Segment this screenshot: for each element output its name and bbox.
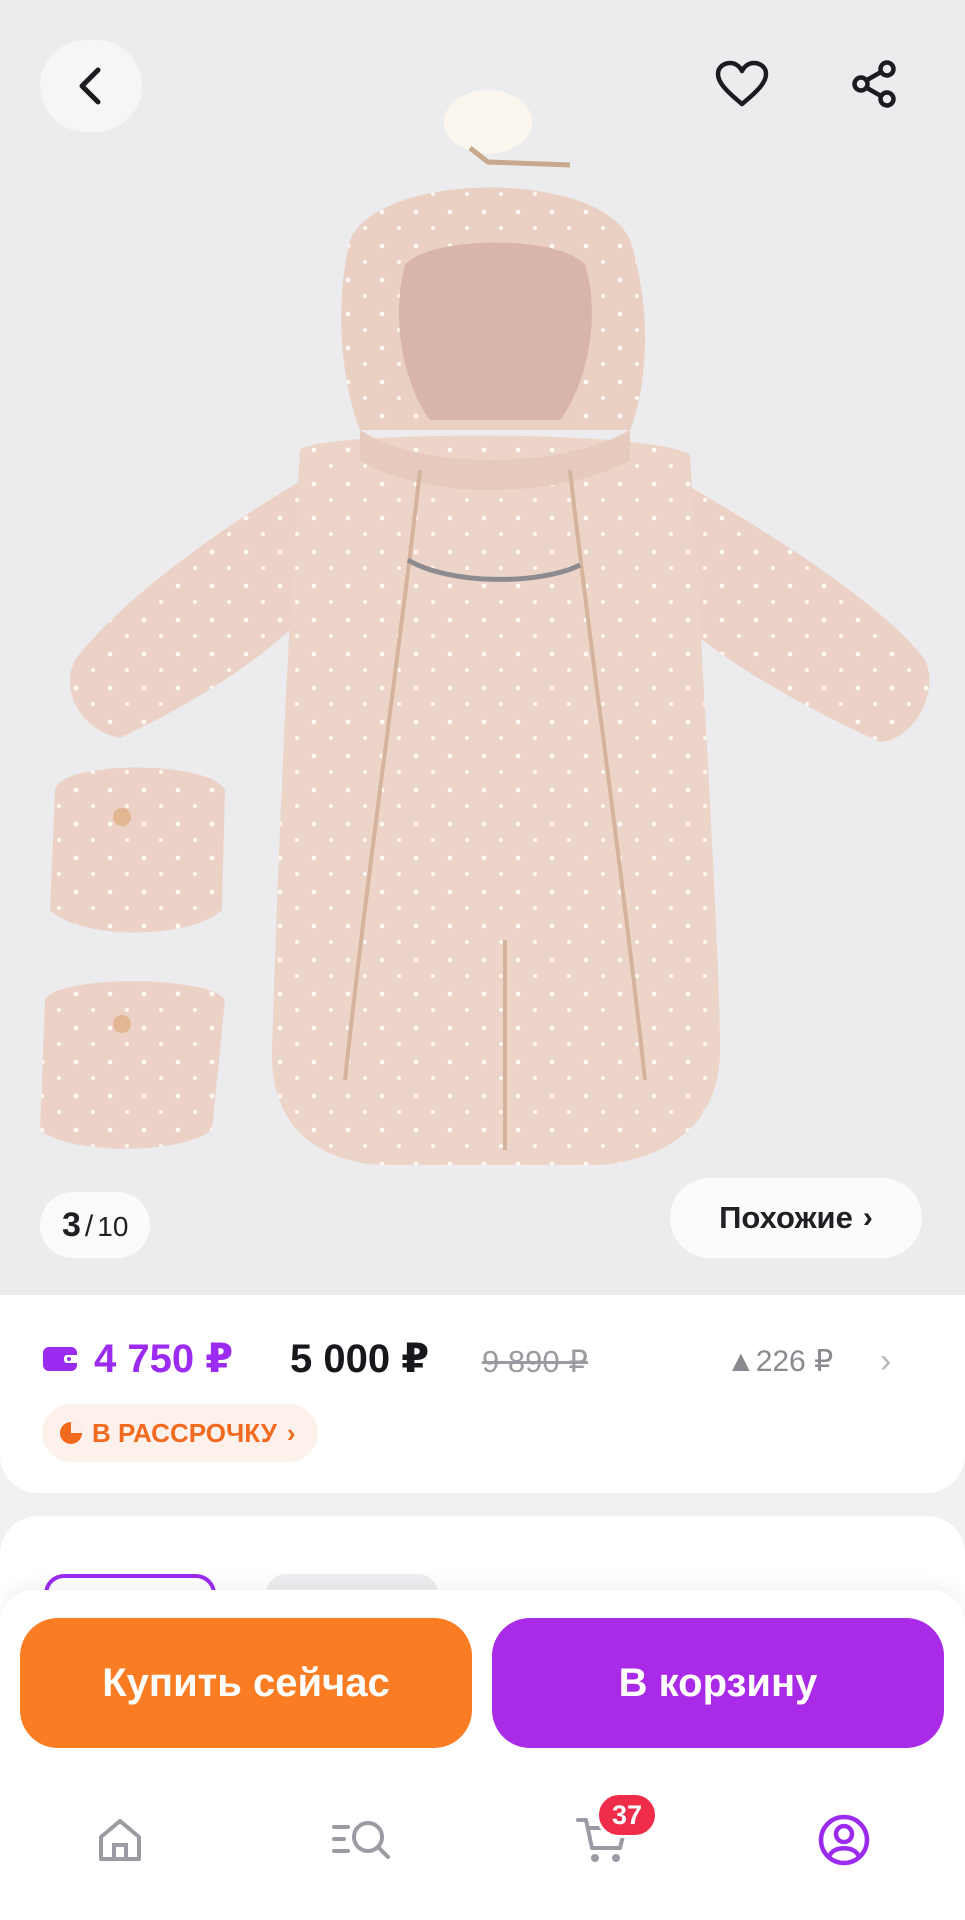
product-page: 3 / 10 Похожие › 4 750 ₽ 5 000 ₽ 9 890 ₽… [0,0,965,1920]
image-counter-separator: / [84,1210,94,1243]
pie-chart-icon [60,1422,82,1444]
buy-now-button[interactable]: Купить сейчас [20,1618,472,1748]
add-to-cart-button[interactable]: В корзину [492,1618,944,1748]
chevron-left-icon [79,67,101,105]
product-image-gallery[interactable]: 3 / 10 Похожие › [0,0,965,1295]
image-counter: 3 / 10 [40,1192,151,1258]
price-card [0,1295,965,1493]
wallet-icon [43,1347,79,1371]
chevron-right-icon[interactable]: › [880,1336,891,1386]
current-price: 5 000 ₽ [290,1337,430,1381]
nav-home[interactable] [78,1800,162,1880]
catalog-search-icon [332,1821,390,1859]
chevron-right-icon: › [862,1201,873,1234]
similar-products-label: Похожие [719,1200,853,1235]
heart-icon [715,60,769,107]
nav-profile[interactable] [802,1800,886,1880]
price-delta[interactable]: ▲226 ₽ [726,1340,833,1384]
home-icon [99,1819,141,1861]
chevron-right-icon: › [286,1417,296,1448]
old-price: 9 890 ₽ [482,1344,588,1379]
share-button[interactable] [832,42,916,126]
back-button[interactable] [40,40,142,132]
installment-label: В РАССРОЧКУ [92,1417,277,1448]
product-photo [0,0,965,1295]
nav-catalog[interactable] [320,1800,404,1880]
installment-button[interactable]: В РАССРОЧКУ › [42,1404,318,1462]
image-counter-total: 10 [97,1211,129,1242]
image-counter-current: 3 [62,1206,81,1244]
wallet-price: 4 750 ₽ [94,1337,234,1381]
share-icon [852,60,896,108]
favorite-button[interactable] [700,42,784,126]
profile-icon [818,1814,870,1866]
similar-products-button[interactable]: Похожие › [670,1178,922,1258]
cart-count-badge: 37 [596,1792,658,1838]
